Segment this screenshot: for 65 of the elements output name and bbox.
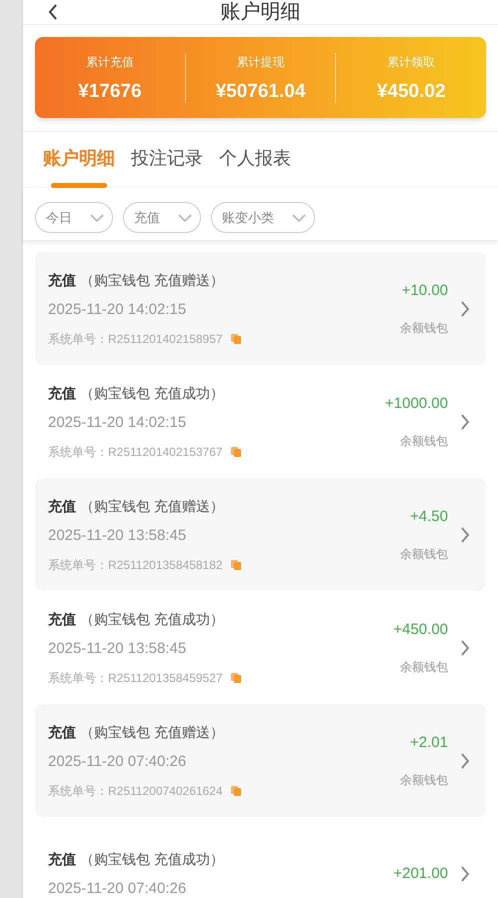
order-number: 系统单号：R2511201358458182	[48, 556, 223, 572]
record-amount: +450.00	[393, 620, 448, 638]
chevron-right-icon	[460, 752, 470, 768]
record-amount: +2.01	[410, 734, 448, 752]
chevron-down-icon	[178, 214, 192, 222]
order-number: 系统单号：R2511201358459527	[48, 670, 223, 686]
record-type: 充值	[48, 850, 76, 868]
chevron-right-icon	[460, 300, 470, 316]
record-amount: +201.00	[393, 864, 448, 882]
record-amount: +4.50	[410, 508, 448, 526]
wallet-label: 余额钱包	[400, 320, 448, 336]
record-type: 充值	[48, 610, 76, 628]
record-type: 充值	[48, 384, 76, 402]
back-icon	[48, 4, 58, 20]
record-time: 2025-11-20 13:58:45	[48, 526, 188, 544]
chevron-right-icon	[460, 526, 470, 542]
summary-value: ¥50761.04	[216, 80, 306, 102]
filter-dropdown[interactable]: 充值	[123, 202, 201, 233]
wallet-label: 余额钱包	[400, 772, 448, 788]
copy-icon[interactable]	[230, 334, 241, 344]
order-number: 系统单号：R2511200740261624	[48, 782, 223, 798]
chevron-right-icon	[460, 414, 470, 430]
record-amount: +10.00	[402, 282, 448, 300]
summary-value: ¥17676	[78, 80, 142, 102]
record-time: 2025-11-20 13:58:45	[48, 640, 188, 658]
summary-label: 累计充值	[86, 54, 134, 70]
chevron-right-icon	[460, 866, 470, 882]
record-type: 充值	[48, 270, 76, 288]
order-number: 系统单号：R2511201402158957	[48, 330, 223, 346]
filter-dropdown[interactable]: 账变小类	[211, 202, 315, 233]
record-time: 2025-11-20 07:40:26	[48, 752, 188, 770]
record-amount: +1000.00	[385, 394, 448, 412]
record-detail: （购宝钱包 充值赠送）	[80, 496, 224, 514]
wallet-label: 余额钱包	[400, 432, 448, 448]
record-detail: （购宝钱包 充值成功）	[80, 384, 224, 402]
wallet-label: 余额钱包	[400, 546, 448, 562]
record-time: 2025-11-20 07:40:26	[48, 880, 188, 898]
order-number: 系统单号：R2511201402153767	[48, 444, 223, 460]
record-detail: （购宝钱包 充值赠送）	[80, 270, 224, 288]
record-row[interactable]: 充值 （购宝钱包 充值赠送） 2025-11-20 14:02:15 系统单号：R2511201402158957 +10.00 余额钱包	[35, 252, 486, 365]
copy-icon[interactable]	[230, 446, 241, 456]
chevron-down-icon	[292, 214, 306, 222]
record-detail: （购宝钱包 充值成功）	[80, 610, 224, 628]
record-detail: （购宝钱包 充值赠送）	[80, 722, 224, 740]
copy-icon[interactable]	[230, 560, 241, 570]
copy-icon[interactable]	[230, 672, 241, 682]
record-type: 充值	[48, 496, 76, 514]
copy-icon[interactable]	[230, 786, 241, 796]
chevron-right-icon	[460, 640, 470, 656]
record-row[interactable]: 充值 （购宝钱包 充值赠送） 2025-11-20 13:58:45 系统单号：R2511201358458182 +4.50 余额钱包	[35, 478, 486, 591]
tab-underline	[51, 183, 107, 188]
record-row[interactable]: 充值 （购宝钱包 充值赠送） 2025-11-20 07:40:26 系统单号：R2511200740261624 +2.01 余额钱包	[35, 704, 486, 817]
record-time: 2025-11-20 14:02:15	[48, 300, 188, 318]
chevron-down-icon	[90, 214, 104, 222]
record-time: 2025-11-20 14:02:15	[48, 414, 188, 432]
record-detail: （购宝钱包 充值成功）	[80, 850, 224, 868]
wallet-label: 余额钱包	[400, 658, 448, 674]
filter-dropdown[interactable]: 今日	[35, 202, 113, 233]
summary-label: 累计提现	[236, 54, 284, 70]
tab[interactable]: 投注记录	[131, 146, 203, 188]
tab[interactable]: 个人报表	[219, 146, 291, 188]
record-type: 充值	[48, 722, 76, 740]
summary-value: ¥450.02	[376, 80, 446, 102]
page-title: 账户明细	[220, 0, 300, 24]
summary-label: 累计领取	[387, 54, 436, 70]
